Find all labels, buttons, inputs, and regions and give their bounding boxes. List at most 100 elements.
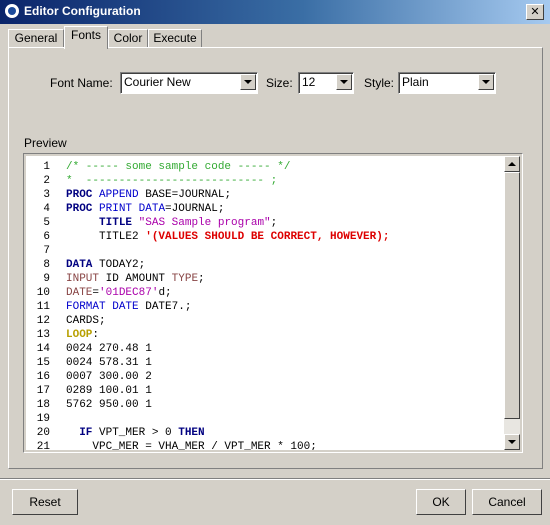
- code-token: '(VALUES SHOULD BE CORRECT, HOWEVER);: [145, 231, 390, 243]
- code-text: FORMAT DATE DATE7.;: [66, 300, 191, 314]
- window-title: Editor Configuration: [24, 4, 141, 18]
- code-line: 7: [26, 244, 50, 258]
- code-token: THEN: [178, 427, 205, 439]
- footer-separator: [0, 478, 550, 480]
- font-style-dropdown[interactable]: Plain: [398, 72, 496, 94]
- code-token: DATE: [112, 301, 139, 313]
- code-token: 0289 100.01 1: [66, 385, 152, 397]
- code-line: 3 PROC APPEND BASE=JOURNAL;: [26, 188, 231, 202]
- code-text: CARDS;: [66, 314, 106, 328]
- preview-pane: 1 /* ----- some sample code ----- */ 2 * --…: [23, 153, 523, 453]
- code-token: TITLE: [99, 217, 133, 229]
- line-number: 3: [43, 189, 50, 201]
- code-preview[interactable]: 1 /* ----- some sample code ----- */ 2 * --…: [26, 156, 506, 450]
- code-text: DATE='01DEC87'd;: [66, 286, 172, 300]
- code-token: 0024 578.31 1: [66, 357, 152, 369]
- line-number: 21: [36, 441, 50, 450]
- code-line: 12 CARDS;: [26, 314, 106, 328]
- line-number: 4: [43, 203, 50, 215]
- code-line: 2 * --------------------------- ;: [26, 174, 277, 188]
- code-token: VPT_MER > 0: [92, 427, 179, 439]
- vertical-scrollbar[interactable]: [504, 156, 520, 450]
- code-line: 15 0024 578.31 1: [26, 356, 152, 370]
- line-number: 15: [36, 357, 50, 369]
- font-size-dropdown[interactable]: 12: [298, 72, 354, 94]
- tab-execute[interactable]: Execute: [148, 29, 202, 48]
- code-text: * --------------------------- ;: [66, 174, 277, 188]
- line-number: 20: [36, 427, 50, 439]
- cancel-button[interactable]: Cancel: [472, 489, 542, 515]
- code-line: 6 TITLE2 '(VALUES SHOULD BE CORRECT, HOW…: [26, 230, 389, 244]
- code-token: "SAS Sample program": [138, 217, 271, 229]
- app-icon: [5, 4, 19, 18]
- scroll-down-icon[interactable]: [504, 434, 520, 450]
- code-text: INPUT ID AMOUNT TYPE;: [66, 272, 205, 286]
- line-number: 6: [43, 231, 50, 243]
- code-line: 8 DATA TODAY2;: [26, 258, 145, 272]
- code-token: PROC: [66, 203, 93, 215]
- line-number: 9: [43, 273, 50, 285]
- line-number: 11: [36, 301, 50, 313]
- code-line: 1 /* ----- some sample code ----- */: [26, 160, 290, 174]
- code-token: /* ----- some sample code ----- */: [66, 161, 291, 173]
- line-number: 13: [36, 329, 50, 341]
- code-token: ;: [270, 217, 278, 229]
- font-name-dropdown[interactable]: Courier New: [120, 72, 258, 94]
- code-line: 20 IF VPT_MER > 0 THEN: [26, 426, 205, 440]
- code-text: 5762 950.00 1: [66, 398, 152, 412]
- code-text: TITLE2 '(VALUES SHOULD BE CORRECT, HOWEV…: [66, 230, 389, 244]
- chevron-down-icon[interactable]: [240, 74, 256, 90]
- code-token: IF: [79, 427, 93, 439]
- code-token: ID AMOUNT: [99, 273, 172, 285]
- tab-color[interactable]: Color: [108, 29, 148, 48]
- line-number: 16: [36, 371, 50, 383]
- font-size-value: 12: [302, 75, 316, 89]
- title-bar: Editor Configuration ✕: [0, 0, 550, 24]
- line-number: 7: [43, 245, 50, 257]
- chevron-down-icon[interactable]: [336, 74, 352, 90]
- line-number: 17: [36, 385, 50, 397]
- code-token: CARDS;: [66, 315, 106, 327]
- code-text: PROC APPEND BASE=JOURNAL;: [66, 188, 231, 202]
- chevron-down-icon[interactable]: [478, 74, 494, 90]
- code-text: TITLE "SAS Sample program";: [66, 216, 277, 230]
- line-number: 19: [36, 413, 50, 425]
- font-name-value: Courier New: [124, 75, 191, 89]
- code-token: '01DEC87': [99, 287, 159, 299]
- line-number: 1: [43, 161, 50, 173]
- code-line: 13 LOOP:: [26, 328, 99, 342]
- code-token: PROC: [66, 189, 93, 201]
- code-token: TODAY2;: [92, 259, 146, 271]
- line-number: 14: [36, 343, 50, 355]
- code-token: * --------------------------- ;: [66, 175, 278, 187]
- code-token: BASE=JOURNAL;: [138, 189, 232, 201]
- code-token: TITLE2: [66, 231, 146, 243]
- tab-fonts[interactable]: Fonts: [64, 26, 108, 49]
- scroll-thumb[interactable]: [504, 172, 520, 419]
- size-label: Size:: [266, 76, 293, 90]
- code-line: 5 TITLE "SAS Sample program";: [26, 216, 277, 230]
- code-token: TYPE: [171, 273, 199, 285]
- code-token: 0007 300.00 2: [66, 371, 152, 383]
- tab-general[interactable]: General: [8, 29, 64, 48]
- code-line: 14 0024 270.48 1: [26, 342, 152, 356]
- scroll-up-icon[interactable]: [504, 156, 520, 172]
- code-line: 16 0007 300.00 2: [26, 370, 152, 384]
- close-button[interactable]: ✕: [526, 4, 544, 20]
- code-token: INPUT: [66, 273, 100, 285]
- code-text: 0289 100.01 1: [66, 384, 152, 398]
- code-token: 5762 950.00 1: [66, 399, 152, 411]
- code-token: VPC_MER = VHA_MER / VPT_MER * 100;: [66, 441, 317, 450]
- code-token: PRINT: [99, 203, 133, 215]
- line-number: 8: [43, 259, 50, 271]
- ok-button[interactable]: OK: [416, 489, 466, 515]
- code-text: DATA TODAY2;: [66, 258, 145, 272]
- code-token: LOOP: [66, 329, 93, 341]
- code-text: LOOP:: [66, 328, 99, 342]
- reset-button[interactable]: Reset: [12, 489, 78, 515]
- code-line: 10 DATE='01DEC87'd;: [26, 286, 172, 300]
- code-text: 0024 578.31 1: [66, 356, 152, 370]
- code-token: APPEND: [99, 189, 139, 201]
